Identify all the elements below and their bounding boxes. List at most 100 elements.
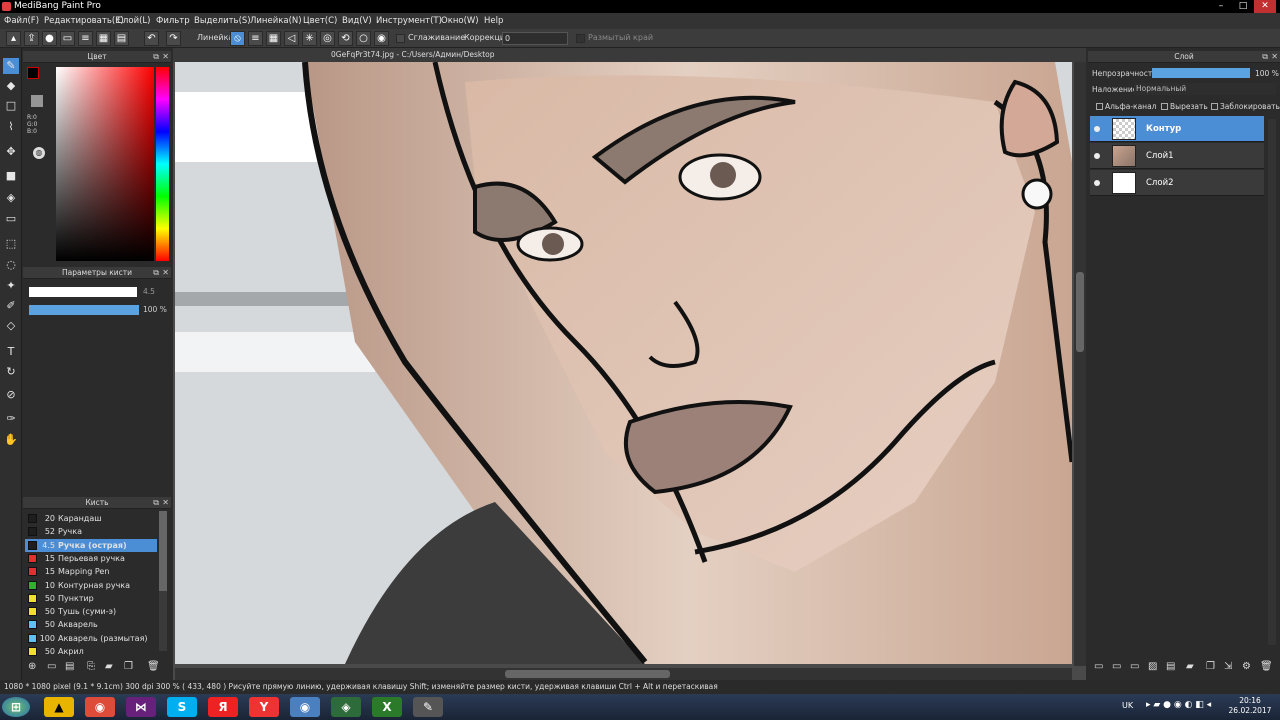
drawing-canvas[interactable]: [175, 62, 1072, 664]
chrome-icon[interactable]: ◉: [85, 697, 115, 717]
menu-layer[interactable]: Слой(L): [117, 16, 150, 26]
brush-list-scrollbar[interactable]: [159, 511, 167, 651]
brush-item[interactable]: 50 Тушь (суми-э): [25, 605, 157, 618]
hand-tool-icon[interactable]: ✋: [3, 432, 19, 448]
canvas-vertical-scrollbar[interactable]: [1074, 62, 1086, 666]
toggle-panels-icon[interactable]: ▴: [6, 31, 21, 46]
excel-icon[interactable]: X: [372, 697, 402, 717]
duplicate-layer-icon[interactable]: ❐: [1206, 661, 1215, 672]
color-wheel-icon[interactable]: ◍: [33, 147, 45, 159]
dot-tool-icon[interactable]: □: [3, 98, 19, 114]
menu-view[interactable]: Вид(V): [342, 16, 372, 26]
brush-item[interactable]: 50 Акварель: [25, 618, 157, 631]
merge-layer-icon[interactable]: ⇲: [1224, 661, 1232, 672]
alpha-checkbox[interactable]: [1096, 103, 1103, 110]
brush-item[interactable]: 50 Пунктир: [25, 592, 157, 605]
brush-menu-icon[interactable]: ▤: [65, 661, 74, 672]
brush-item[interactable]: 50 Акрил: [25, 645, 157, 658]
canvas-horizontal-scrollbar[interactable]: [175, 668, 1072, 680]
brush-add-icon[interactable]: ⊕: [28, 661, 36, 672]
undo-icon[interactable]: ↶: [144, 31, 159, 46]
ruler-off-icon[interactable]: ⦸: [230, 31, 245, 46]
comment-icon[interactable]: ●: [42, 31, 57, 46]
parallel-ruler-icon[interactable]: ≡: [248, 31, 263, 46]
panel-close-icon[interactable]: ✕: [162, 267, 169, 279]
yandex-browser-icon[interactable]: Y: [249, 697, 279, 717]
layer-row[interactable]: Слой2: [1090, 170, 1264, 196]
menu-window[interactable]: Окно(W): [441, 16, 479, 26]
new-8bit-layer-icon[interactable]: ▭: [1130, 661, 1139, 672]
new-1bit-layer-icon[interactable]: ▨: [1148, 661, 1157, 672]
curve-ruler-icon[interactable]: ⟲: [338, 31, 353, 46]
menu-filter[interactable]: Фильтр: [156, 16, 190, 26]
panel-float-icon[interactable]: ⧉: [153, 51, 159, 63]
brush-item[interactable]: 10 Контурная ручка: [25, 579, 157, 592]
operation-tool-icon[interactable]: ↻: [3, 364, 19, 380]
language-indicator[interactable]: UK: [1122, 701, 1133, 710]
correction-select[interactable]: 0: [502, 32, 568, 45]
clip-checkbox[interactable]: [1161, 103, 1168, 110]
transparent-color[interactable]: [31, 95, 43, 107]
brush-copy-icon[interactable]: ⎘: [87, 661, 95, 672]
select-tool-icon[interactable]: ⬚: [3, 236, 19, 252]
blur-tool-icon[interactable]: ⌇: [3, 119, 19, 135]
layer-row[interactable]: Слой1: [1090, 143, 1264, 169]
ellipse-ruler-icon[interactable]: ○: [356, 31, 371, 46]
brush-delete-icon[interactable]: 🗑: [147, 661, 160, 672]
menu-edit[interactable]: Редактировать(E): [44, 16, 124, 26]
menu-tool[interactable]: Инструмент(T): [376, 16, 442, 26]
skype-icon[interactable]: S: [167, 697, 197, 717]
hue-slider[interactable]: [156, 67, 169, 261]
panel-close-icon[interactable]: ✕: [162, 51, 169, 63]
brush-item[interactable]: 4.5 Ручка (острая): [25, 538, 157, 552]
document-tab[interactable]: 0GeFqPr3t74.jpg - C:/Users/Админ/Desktop: [173, 48, 1086, 62]
visibility-eye-icon[interactable]: [1094, 180, 1100, 186]
panel-float-icon[interactable]: ⧉: [1262, 51, 1268, 63]
menu-ruler[interactable]: Линейка(N): [250, 16, 302, 26]
brush-new-icon[interactable]: ▭: [47, 661, 56, 672]
brush-folder-icon[interactable]: ▰: [105, 661, 113, 672]
tray-icons[interactable]: ▸ ▰ ● ◉ ◐ ◧ ◂: [1146, 700, 1211, 710]
circle-ruler-icon[interactable]: ◎: [320, 31, 335, 46]
lasso-tool-icon[interactable]: ◌: [3, 257, 19, 273]
panel-close-icon[interactable]: ✕: [1271, 51, 1278, 63]
app-norton-icon[interactable]: ▲: [44, 697, 74, 717]
medibang-icon[interactable]: ✎: [413, 697, 443, 717]
blur-edge-checkbox[interactable]: [576, 34, 585, 43]
layer-row[interactable]: Контур: [1090, 116, 1264, 142]
maximize-button[interactable]: □: [1232, 0, 1254, 13]
brush-opacity-slider[interactable]: [29, 305, 139, 315]
clock-time[interactable]: 20:16: [1228, 696, 1272, 705]
redo-icon[interactable]: ↷: [166, 31, 181, 46]
layer-settings-icon[interactable]: ⚙: [1242, 661, 1251, 672]
visibility-eye-icon[interactable]: [1094, 126, 1100, 132]
select-pen-icon[interactable]: ✐: [3, 298, 19, 314]
brush-item[interactable]: 15 Перьевая ручка: [25, 552, 157, 565]
menu-select[interactable]: Выделить(S): [194, 16, 251, 26]
concentric-ruler-icon[interactable]: ◉: [374, 31, 389, 46]
gradient-tool-icon[interactable]: ▭: [3, 211, 19, 227]
start-button-icon[interactable]: ⊞: [2, 697, 30, 717]
app-green-icon[interactable]: ◈: [331, 697, 361, 717]
brush-item[interactable]: 52 Ручка: [25, 525, 157, 538]
new-layer-icon[interactable]: ▭: [1094, 661, 1103, 672]
eraser-tool-icon[interactable]: ◆: [3, 78, 19, 94]
lock-checkbox[interactable]: [1211, 103, 1218, 110]
grid-ruler-icon[interactable]: ▦: [266, 31, 281, 46]
layer-list-scrollbar[interactable]: [1268, 119, 1276, 645]
divide-tool-icon[interactable]: ⊘: [3, 387, 19, 403]
color-saturation-box[interactable]: [56, 67, 154, 261]
panel-close-icon[interactable]: ✕: [162, 497, 169, 509]
brush-size-slider[interactable]: [29, 287, 137, 297]
brush-item[interactable]: 100 Акварель (размытая): [25, 632, 157, 645]
visibility-eye-icon[interactable]: [1094, 153, 1100, 159]
move-tool-icon[interactable]: ✥: [3, 144, 19, 160]
menu-file[interactable]: Файл(F): [4, 16, 39, 26]
page-icon[interactable]: ▭: [60, 31, 75, 46]
chrome-active-icon[interactable]: ◉: [290, 697, 320, 717]
perspective-ruler-icon[interactable]: ◁: [284, 31, 299, 46]
brush-tool-icon[interactable]: ✎: [3, 58, 19, 74]
menu-help[interactable]: Help: [484, 16, 503, 26]
smoothing-checkbox[interactable]: [396, 34, 405, 43]
layer-opacity-slider[interactable]: [1152, 68, 1250, 78]
